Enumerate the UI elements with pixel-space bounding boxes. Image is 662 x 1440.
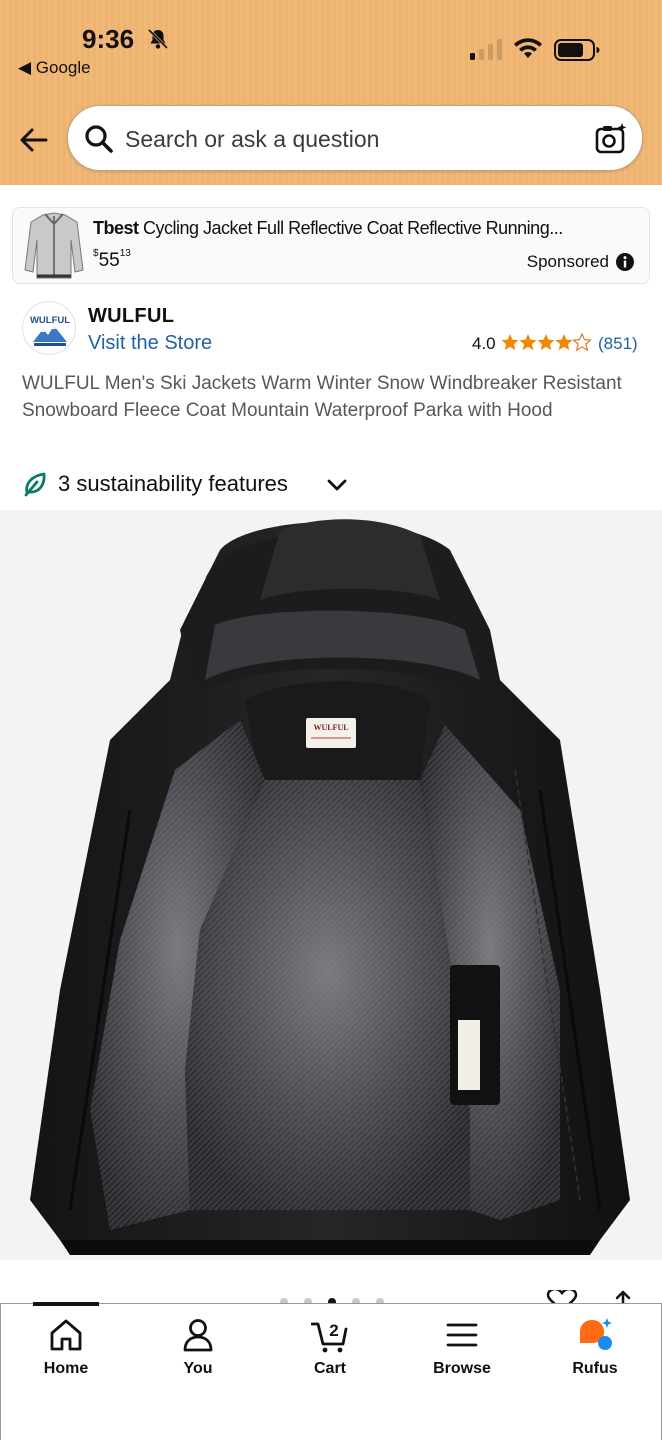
visit-store-link[interactable]: Visit the Store [88,332,212,355]
nav-home-label: Home [43,1360,89,1377]
cart-icon: 2 [311,1321,348,1353]
sponsored-price: $5513 [93,248,131,272]
nav-home[interactable]: Home [16,1316,116,1386]
jacket-illustration: WULFUL [30,519,630,1255]
back-to-google-link[interactable]: ◀ Google [18,58,91,78]
search-icon [85,125,113,153]
nav-browse-label: Browse [433,1360,491,1377]
info-icon[interactable] [615,252,635,272]
product-image[interactable]: WULFUL [0,510,662,1260]
mountain-logo-icon: WULFUL [30,315,70,346]
bell-slash-icon [147,28,169,50]
back-arrow-icon[interactable] [18,124,50,156]
sponsored-brand: Tbest [93,218,139,238]
home-icon [50,1319,82,1351]
product-image-label: WULFUL [313,723,348,732]
person-icon [183,1319,213,1352]
sponsored-title[interactable]: Tbest Cycling Jacket Full Reflective Coa… [93,218,563,239]
product-title: WULFUL Men's Ski Jackets Warm Winter Sno… [22,373,622,421]
brand-logo-text: WULFUL [30,315,70,326]
active-tab-indicator [33,1302,99,1306]
chevron-down-icon [327,479,347,491]
search-field[interactable]: Search or ask a question [67,105,643,171]
leaf-icon [24,472,46,497]
status-time: 9:36 [82,24,135,54]
nav-cart[interactable]: 2 Cart [280,1316,380,1386]
wifi-icon [514,38,542,58]
cart-count-badge: 2 [329,1321,338,1340]
star-rating-icon[interactable] [501,333,593,353]
rating-value[interactable]: 4.0 [472,334,496,354]
battery-icon [554,39,600,61]
brand-name: WULFUL [88,305,175,327]
sustainability-label: 3 sustainability features [58,471,288,496]
sponsored-label: Sponsored [526,252,609,271]
brand-logo[interactable]: WULFUL [22,301,76,355]
nav-rufus-label: Rufus [572,1360,618,1377]
rating-count-link[interactable]: (851) [598,334,638,354]
sponsored-product-thumbnail [24,212,84,279]
nav-you[interactable]: You [148,1316,248,1386]
sponsored-title-text: Cycling Jacket Full Reflective Coat Refl… [138,218,563,238]
nav-browse[interactable]: Browse [412,1316,512,1386]
header-bar: 9:36 ◀ Google Search or ask a question [0,0,662,185]
search-placeholder: Search or ask a question [125,126,380,152]
sponsored-ad-card[interactable]: Tbest Cycling Jacket Full Reflective Coa… [12,207,650,284]
price-currency: $ [93,248,99,259]
camera-lens-icon[interactable] [594,122,628,156]
nav-cart-label: Cart [313,1360,346,1377]
cellular-signal-icon [470,39,502,60]
nav-rufus[interactable]: Rufus [545,1316,645,1386]
rufus-icon [580,1318,612,1350]
nav-you-label: You [183,1360,213,1377]
price-whole: 55 [98,250,120,271]
price-fraction: 13 [119,248,131,259]
menu-icon [446,1323,478,1347]
